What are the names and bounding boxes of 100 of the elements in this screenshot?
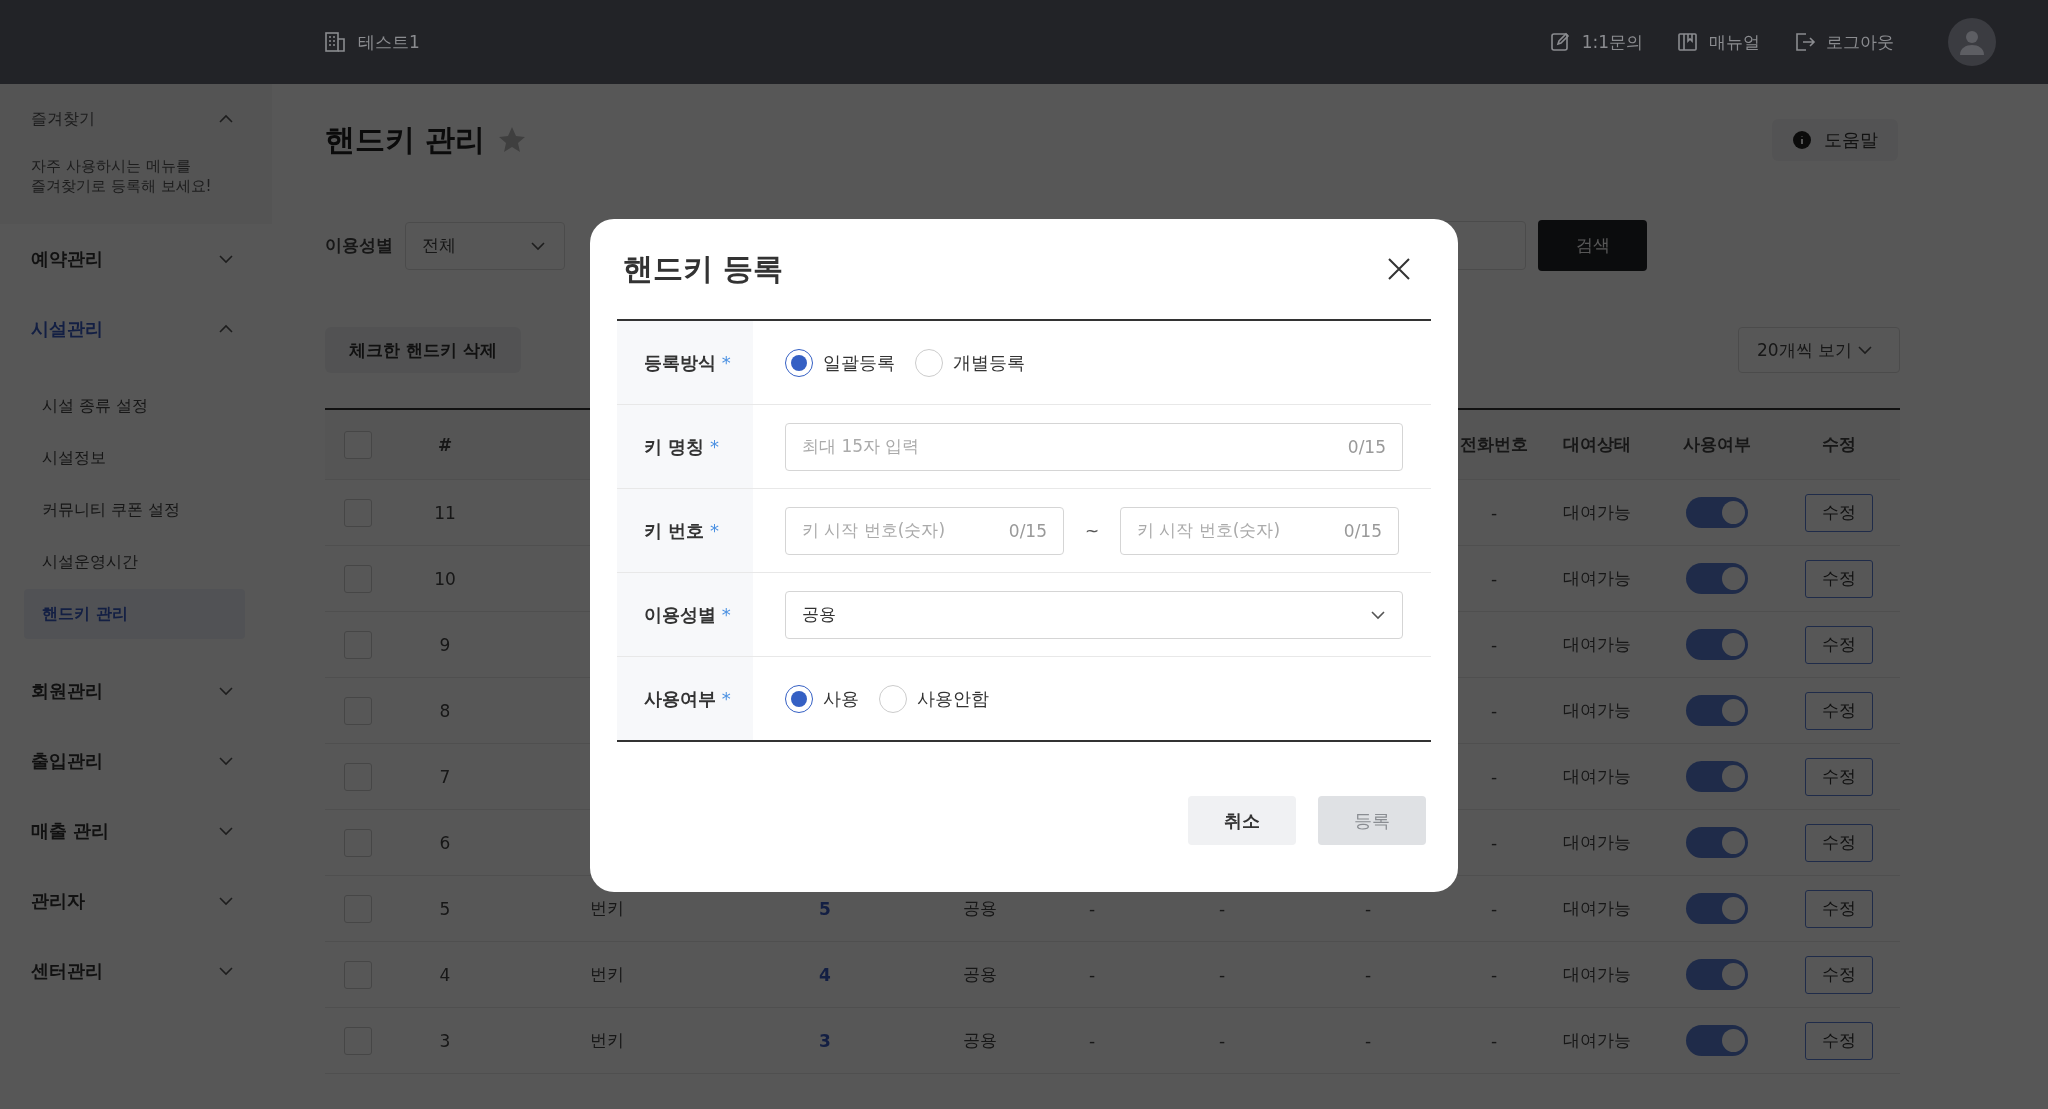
table-cell: 11 [434,502,456,523]
table-cell: 대여가능 [1563,831,1631,854]
submenu-item[interactable]: 시설 종류 설정 [24,381,245,431]
edit-button[interactable]: 수정 [1804,823,1873,862]
field-label: 키 명칭 * [617,405,753,488]
top-link[interactable]: 매뉴얼 [1677,30,1760,54]
submenu-item[interactable]: 시설운영시간 [24,537,245,587]
table-cell: 대여가능 [1563,897,1631,920]
menu-item[interactable]: 회원관리 [0,656,272,726]
menu-item[interactable]: 예약관리 [0,224,272,294]
edit-button[interactable]: 수정 [1804,1021,1873,1060]
toggle-switch[interactable] [1686,1025,1748,1056]
top-link[interactable]: 로그아웃 [1794,30,1894,54]
table-cell: - [1490,634,1498,655]
chevron-down-icon [218,686,234,696]
table-cell: 공용 [963,897,997,920]
toggle-switch[interactable] [1686,497,1748,528]
toggle-switch[interactable] [1686,695,1748,726]
toggle-switch[interactable] [1686,563,1748,594]
input-field[interactable]: 최대 15자 입력 0/15 [785,422,1403,471]
table-cell: 대여가능 [1563,963,1631,986]
avatar[interactable] [1948,18,1996,66]
chevron-down-icon [530,240,546,251]
edit-button[interactable]: 수정 [1804,493,1873,532]
table-cell: - [1490,964,1498,985]
table-cell: 대여가능 [1563,501,1631,524]
input-field[interactable]: 키 시작 번호(숫자) 0/15 [1120,506,1399,555]
column-header: 대여상태 [1563,433,1631,456]
help-button[interactable]: 도움말 [1772,119,1898,161]
toggle-switch[interactable] [1686,959,1748,990]
table-cell: 3 [439,1030,451,1051]
edit-button[interactable]: 수정 [1804,691,1873,730]
key-number-link[interactable]: 5 [819,898,831,919]
character-counter: 0/15 [1008,520,1047,541]
gender-select[interactable]: 전체 [405,221,565,270]
toggle-switch[interactable] [1686,827,1748,858]
filter-label: 이용성별 [325,234,393,257]
key-number-link[interactable]: 4 [819,964,831,985]
table-cell: 대여가능 [1563,567,1631,590]
submenu-item[interactable]: 시설정보 [24,433,245,483]
edit-button[interactable]: 수정 [1804,559,1873,598]
menu-item[interactable]: 관리자 [0,866,272,936]
toggle-switch[interactable] [1686,629,1748,660]
submenu-item[interactable]: 핸드키 관리 [24,589,245,639]
menu-item[interactable]: 매출 관리 [0,796,272,866]
close-button[interactable] [1387,257,1411,281]
table-cell: - [1364,964,1372,985]
table-cell: 공용 [963,1029,997,1052]
menu-item[interactable]: 시설관리 [0,294,272,364]
edit-button[interactable]: 수정 [1804,757,1873,796]
character-counter: 0/15 [1343,520,1382,541]
modal-title: 핸드키 등록 [623,249,784,288]
top-link[interactable]: 1:1문의 [1549,30,1643,54]
table-cell: 4 [439,964,451,985]
page-title: 핸드키 관리 [325,120,486,159]
toggle-switch[interactable] [1686,761,1748,792]
edit-button[interactable]: 수정 [1804,955,1873,994]
table-cell: - [1364,898,1372,919]
edit-button[interactable]: 수정 [1804,889,1873,928]
site-name: 테스트1 [358,30,420,54]
search-button[interactable]: 검색 [1538,220,1647,271]
chevron-down-icon [218,254,234,264]
cancel-button[interactable]: 취소 [1188,796,1296,845]
edit-button[interactable]: 수정 [1804,625,1873,664]
delete-checked-button[interactable]: 체크한 핸드키 삭제 [325,327,521,373]
edit-icon [1549,31,1572,53]
table-cell: - [1490,502,1498,523]
chevron-down-icon [218,826,234,836]
menu-item[interactable]: 출입관리 [0,726,272,796]
column-header: 사용여부 [1683,433,1751,456]
table-cell: 10 [434,568,456,589]
table-cell: 6 [439,832,451,853]
radio-option[interactable]: 개별등록 [915,348,1025,377]
chevron-down-icon [218,966,234,976]
table-cell: 9 [439,634,451,655]
table-cell: 7 [439,766,451,787]
book-icon [1677,31,1699,53]
radio-option[interactable]: 사용 [785,684,859,713]
table-cell: - [1364,1030,1372,1051]
field-label: 등록방식 * [617,321,753,404]
chevron-down-icon [218,896,234,906]
table-cell: - [1490,832,1498,853]
gender-select[interactable]: 공용 [785,590,1403,639]
page-size-select[interactable]: 20개씩 보기 [1738,327,1900,373]
radio-option[interactable]: 일괄등록 [785,348,895,377]
menu-item[interactable]: 센터관리 [0,936,272,1006]
table-cell: - [1218,898,1226,919]
submenu-item[interactable]: 커뮤니티 쿠폰 설정 [24,485,245,535]
table-cell: 번키 [590,897,624,920]
table-cell: - [1490,568,1498,589]
range-separator: ~ [1084,520,1100,541]
key-number-link[interactable]: 3 [819,1030,831,1051]
input-field[interactable]: 키 시작 번호(숫자) 0/15 [785,506,1064,555]
table-cell: - [1490,898,1498,919]
table-cell: - [1218,1030,1226,1051]
field-label: 키 번호 * [617,489,753,572]
field-label: 사용여부 * [617,657,753,740]
radio-option[interactable]: 사용안함 [879,684,989,713]
toggle-switch[interactable] [1686,893,1748,924]
column-header: 수정 [1821,433,1856,456]
